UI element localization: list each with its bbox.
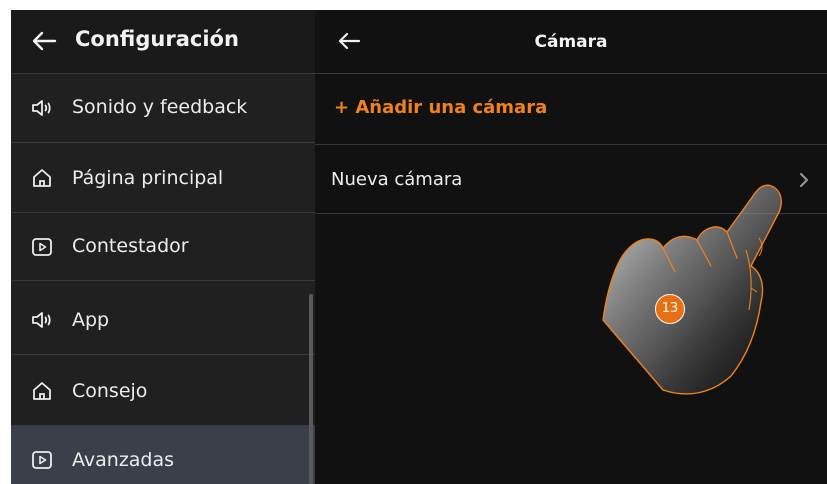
hand-pointer-icon [602,184,782,395]
step-number-badge: 13 [655,294,685,324]
screen: Configuración Sonido y feedback Página p… [11,10,827,484]
